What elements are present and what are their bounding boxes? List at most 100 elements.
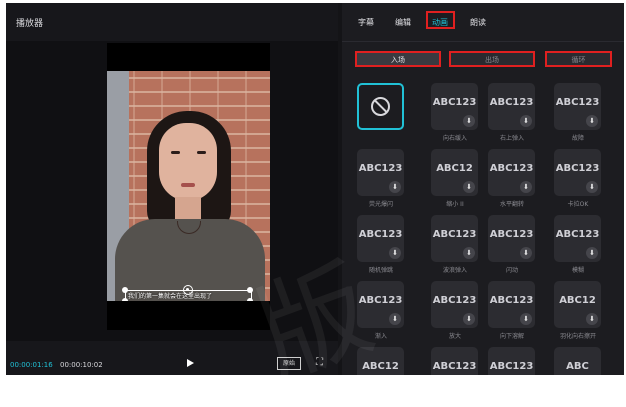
subtab-exit[interactable]: 出场 bbox=[449, 51, 535, 67]
animation-label: 水平翻转 bbox=[499, 201, 524, 208]
animation-thumb[interactable]: ABC12⬇ bbox=[357, 347, 404, 375]
animation-thumb[interactable]: ABC123 ⬇ bbox=[488, 149, 535, 196]
animation-thumb[interactable]: ABC123 ⬇ bbox=[431, 83, 478, 130]
animation-thumb[interactable]: ABC123⬇ bbox=[488, 215, 535, 262]
download-icon[interactable]: ⬇ bbox=[520, 247, 532, 259]
fullscreen-icon[interactable]: ⛶ bbox=[316, 358, 323, 368]
animation-thumb[interactable]: ABC123⬇ bbox=[431, 347, 478, 375]
video-preview-area: 我们的第一集就会在这里出现了 bbox=[6, 41, 338, 341]
animation-preset[interactable]: ABC123 ⬇ 荧光爆闪 bbox=[352, 149, 410, 215]
download-icon[interactable]: ⬇ bbox=[586, 247, 598, 259]
animation-preset[interactable]: ABC123⬇ bbox=[426, 347, 484, 375]
current-time: 00:00:01:16 bbox=[10, 361, 53, 369]
no-animation-thumb[interactable] bbox=[357, 83, 404, 130]
animation-thumb[interactable]: ABC123⬇ bbox=[431, 281, 478, 328]
animation-thumb[interactable]: ABC⬇ bbox=[554, 347, 601, 375]
animation-thumb[interactable]: ABC123 ⬇ bbox=[488, 83, 535, 130]
animation-thumb[interactable]: ABC123 ⬇ bbox=[357, 215, 404, 262]
animation-thumb[interactable]: ABC123⬇ bbox=[488, 347, 535, 375]
animation-preset[interactable]: ABC123 ⬇ 故障 bbox=[549, 83, 607, 149]
download-icon[interactable]: ⬇ bbox=[463, 313, 475, 325]
tab-edit[interactable]: 编辑 bbox=[395, 17, 411, 28]
animation-preset[interactable] bbox=[352, 83, 410, 149]
play-icon[interactable] bbox=[187, 359, 194, 367]
animation-preset[interactable]: ABC12 ⬇ 缩小 II bbox=[426, 149, 484, 215]
download-icon[interactable]: ⬇ bbox=[463, 115, 475, 127]
download-icon[interactable]: ⬇ bbox=[520, 115, 532, 127]
animation-label: 模糊 bbox=[571, 267, 584, 274]
animation-thumb[interactable]: ABC12 ⬇ bbox=[431, 149, 478, 196]
animation-thumb[interactable]: ABC123⬇ bbox=[554, 215, 601, 262]
download-icon[interactable]: ⬇ bbox=[389, 181, 401, 193]
animation-thumb-text: ABC123 bbox=[432, 97, 477, 108]
animation-preset[interactable]: ABC⬇ bbox=[549, 347, 607, 375]
animation-label: 羽化向右擦开 bbox=[559, 333, 596, 340]
animation-label: 渐入 bbox=[374, 333, 387, 340]
video-frame[interactable]: 我们的第一集就会在这里出现了 bbox=[107, 43, 270, 330]
animation-preset[interactable]: ABC123 ⬇ 向右缓入 bbox=[426, 83, 484, 149]
subtab-entrance[interactable]: 入场 bbox=[355, 51, 441, 67]
resize-handle-top-right[interactable] bbox=[247, 287, 253, 293]
resize-handle-top-left[interactable] bbox=[122, 287, 128, 293]
download-icon[interactable]: ⬇ bbox=[586, 181, 598, 193]
animation-preset[interactable]: ABC123 ⬇ 渐入 bbox=[352, 281, 410, 347]
right-eye bbox=[197, 151, 206, 154]
animation-label: 随机弹跳 bbox=[368, 267, 393, 274]
animation-preset[interactable]: ABC123 ⬇ 卡拉OK bbox=[549, 149, 607, 215]
animation-preset[interactable]: ABC123 ⬇ 放大 bbox=[426, 281, 484, 347]
animation-thumb-text: ABC123 bbox=[358, 295, 403, 306]
animation-preset[interactable]: ABC12 ⬇ 羽化向右擦开 bbox=[549, 281, 607, 347]
resize-handle-bottom-right[interactable] bbox=[247, 298, 253, 301]
animation-preset[interactable]: ABC123 ⬇ 波浪弹入 bbox=[426, 215, 484, 281]
animation-thumb-text: ABC123 bbox=[358, 229, 403, 240]
animation-preset[interactable]: ABC123 ⬇ 随机弹跳 bbox=[352, 215, 410, 281]
rotate-icon[interactable] bbox=[183, 285, 193, 295]
download-icon[interactable]: ⬇ bbox=[586, 115, 598, 127]
animation-thumb[interactable]: ABC12⬇ bbox=[554, 281, 601, 328]
animation-preset[interactable]: ABC123 ⬇ 水平翻转 bbox=[483, 149, 541, 215]
player-panel: 播放器 我们的第一集就会在这里出现了 00:00:01:16 00:00:10:… bbox=[6, 3, 338, 375]
animation-thumb-text: ABC123 bbox=[555, 163, 600, 174]
animation-thumb-text: ABC123 bbox=[432, 361, 477, 372]
properties-panel: 字幕 编辑 动画 朗读 入场 出场 循环 ABC123 ⬇ 向右缓入 ABC123 ⬇ 右… bbox=[342, 3, 624, 375]
animation-thumb-text: ABC123 bbox=[489, 97, 534, 108]
animation-thumb[interactable]: ABC123 ⬇ bbox=[488, 281, 535, 328]
video-editor-window: 播放器 我们的第一集就会在这里出现了 00:00:01:16 00:00:10:… bbox=[6, 3, 624, 401]
resize-handle-bottom-left[interactable] bbox=[122, 298, 128, 301]
animation-preset[interactable]: ABC123 ⬇ 闪动 bbox=[483, 215, 541, 281]
download-icon[interactable]: ⬇ bbox=[586, 313, 598, 325]
animation-label: 荧光爆闪 bbox=[368, 201, 393, 208]
animation-label: 向下溶解 bbox=[499, 333, 524, 340]
download-icon[interactable]: ⬇ bbox=[463, 247, 475, 259]
download-icon[interactable]: ⬇ bbox=[463, 181, 475, 193]
left-eye bbox=[171, 151, 180, 154]
tab-subtitle[interactable]: 字幕 bbox=[358, 17, 374, 28]
tab-animation-highlight bbox=[426, 11, 455, 29]
animation-thumb-text: ABC123 bbox=[489, 295, 534, 306]
aspect-ratio-button[interactable]: 原始 bbox=[277, 357, 301, 370]
animation-preset[interactable]: ABC123 ⬇ 右上弹入 bbox=[483, 83, 541, 149]
animation-thumb-text: ABC12 bbox=[436, 163, 473, 174]
animation-thumb[interactable]: ABC123⬇ bbox=[431, 215, 478, 262]
animation-preset[interactable]: ABC123⬇ bbox=[483, 347, 541, 375]
animation-label: 放大 bbox=[448, 333, 461, 340]
animation-thumb[interactable]: ABC123 ⬇ bbox=[357, 281, 404, 328]
subtab-loop[interactable]: 循环 bbox=[545, 51, 612, 67]
animation-preset[interactable]: ABC123 ⬇ 向下溶解 bbox=[483, 281, 541, 347]
animation-thumb[interactable]: ABC123 ⬇ bbox=[554, 149, 601, 196]
animation-thumb-text: ABC123 bbox=[489, 163, 534, 174]
animation-thumb-text: ABC123 bbox=[489, 361, 534, 372]
tab-read-aloud[interactable]: 朗读 bbox=[470, 17, 486, 28]
panel-tabs: 字幕 编辑 动画 朗读 bbox=[342, 3, 624, 42]
animation-preset[interactable]: ABC12⬇ bbox=[352, 347, 410, 375]
download-icon[interactable]: ⬇ bbox=[520, 313, 532, 325]
player-controls: 00:00:01:16 00:00:10:02 原始 ⛶ bbox=[6, 341, 338, 375]
animation-preset[interactable]: ABC123 ⬇ 模糊 bbox=[549, 215, 607, 281]
animation-thumb[interactable]: ABC123⬇ bbox=[554, 83, 601, 130]
animation-grid: ABC123 ⬇ 向右缓入 ABC123 ⬇ 右上弹入 ABC123 ⬇ 故障 ABC123 ⬇ 荧光… bbox=[342, 83, 624, 375]
animation-thumb[interactable]: ABC123⬇ bbox=[357, 149, 404, 196]
animation-label: 右上弹入 bbox=[499, 135, 524, 142]
download-icon[interactable]: ⬇ bbox=[389, 247, 401, 259]
download-icon[interactable]: ⬇ bbox=[520, 181, 532, 193]
download-icon[interactable]: ⬇ bbox=[389, 313, 401, 325]
